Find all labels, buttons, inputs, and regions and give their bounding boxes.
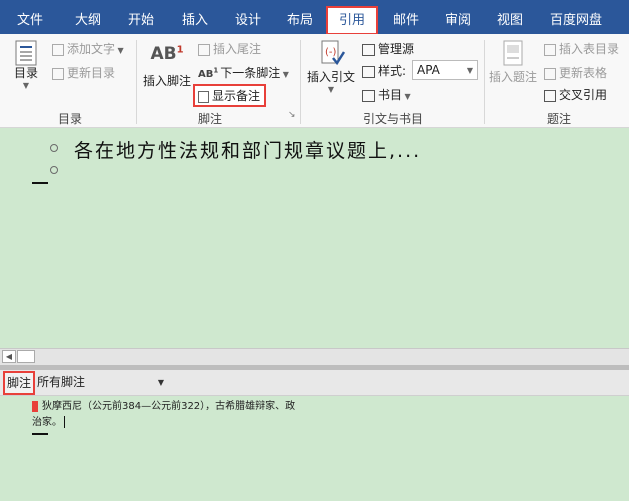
tab-view[interactable]: 视图 [484, 8, 536, 34]
cross-reference-icon [544, 89, 556, 102]
tab-insert[interactable]: 插入 [168, 8, 222, 34]
chevron-down-icon: ▼ [466, 66, 473, 75]
update-toc-button[interactable]: 更新目录 [52, 64, 115, 81]
style-label: 样式: [378, 64, 407, 78]
footnote-pane[interactable]: 狄摩西尼（公元前384—公元前322），古希腊雄辩家、政 治家。 [0, 396, 629, 501]
chevron-down-icon: ▼ [402, 92, 411, 101]
insert-caption-label: 插入题注 [488, 70, 537, 84]
tab-mailings[interactable]: 邮件 [380, 8, 432, 34]
update-table-label: 更新表格 [559, 66, 608, 80]
footnote-end-marker [32, 433, 48, 435]
insert-table-of-figures-button[interactable]: 插入表目录 [544, 40, 619, 57]
update-table-button[interactable]: 更新表格 [544, 64, 607, 81]
insert-citation-icon: (-) [321, 40, 345, 66]
ribbon: 目录 ▼ 添加文字 ▼ 更新目录 目录 AB1 插入脚注 插入尾注 AB1 下一条… [0, 34, 629, 128]
add-text-button[interactable]: 添加文字 ▼ [52, 40, 124, 57]
group-separator [136, 40, 137, 124]
cross-reference-label: 交叉引用 [559, 88, 608, 102]
insert-citation-label: 插入引文 [306, 70, 355, 84]
outline-bullet-icon [50, 144, 58, 152]
manage-sources-icon [362, 43, 375, 56]
tab-baidu-netdisk[interactable]: 百度网盘 [540, 8, 612, 34]
insert-table-of-figures-label: 插入表目录 [559, 42, 620, 56]
cross-reference-button[interactable]: 交叉引用 [544, 86, 607, 103]
show-notes-icon [198, 90, 209, 103]
footnote-line-2-text: 治家。 [32, 417, 62, 428]
insert-footnote-button[interactable]: AB1 插入脚注 [142, 44, 192, 89]
group-separator [300, 40, 301, 124]
chevron-down-icon: ▼ [280, 70, 289, 79]
group-label-citations: 引文与书目 [362, 112, 423, 126]
footnote-pane-label: 脚注 [3, 371, 35, 395]
bibliography-icon [362, 89, 375, 102]
footnote-dropdown-value: 所有脚注 [37, 375, 86, 389]
manage-sources-label: 管理源 [378, 42, 415, 56]
outline-bullet-icon [50, 166, 58, 174]
next-footnote-label: 下一条脚注 [220, 66, 281, 80]
insert-endnote-label: 插入尾注 [213, 42, 262, 56]
dialog-launcher-icon[interactable]: ↘ [288, 110, 296, 120]
update-toc-icon [52, 67, 64, 80]
group-label-toc: 目录 [57, 112, 82, 126]
group-label-footnotes: 脚注 [197, 112, 222, 126]
citation-style-control: 样式: [362, 62, 406, 79]
show-notes-label: 显示备注 [212, 89, 261, 103]
outline-line-1: 各在地方性法规和部门规章议题上,... [74, 140, 422, 162]
horizontal-scrollbar[interactable]: ◀ [0, 348, 629, 365]
insert-footnote-label: 插入脚注 [142, 74, 191, 88]
tab-review[interactable]: 审阅 [432, 8, 484, 34]
update-toc-label: 更新目录 [67, 66, 116, 80]
insert-citation-button[interactable]: (-) 插入引文 ▼ [304, 40, 358, 94]
footnote-pane-bar: 脚注 所有脚注 ▼ [0, 370, 629, 396]
group-label-captions: 题注 [546, 112, 571, 126]
footnote-text-line-2: 治家。 [32, 416, 352, 430]
chevron-down-icon: ▼ [22, 81, 30, 90]
toc-label: 目录 [13, 66, 38, 80]
table-of-figures-icon [544, 43, 556, 56]
chevron-down-icon: ▼ [157, 378, 164, 387]
endnote-icon [198, 43, 210, 56]
next-footnote-icon: AB1 [198, 66, 219, 80]
add-text-label: 添加文字 [67, 42, 116, 56]
footnote-line-1-text: 狄摩西尼（公元前384—公元前322），古希腊雄辩家、政 [42, 401, 296, 412]
table-of-contents-icon [15, 40, 37, 66]
tab-file[interactable]: 文件 [4, 8, 56, 34]
insert-caption-icon [503, 40, 523, 66]
group-separator [484, 40, 485, 124]
document-end-marker [32, 182, 48, 184]
tab-design[interactable]: 设计 [222, 8, 274, 34]
update-table-icon [544, 67, 556, 80]
manage-sources-button[interactable]: 管理源 [362, 40, 414, 57]
tab-home[interactable]: 开始 [114, 8, 168, 34]
show-notes-button[interactable]: 显示备注 [193, 84, 267, 107]
style-icon [362, 65, 375, 78]
bibliography-button[interactable]: 书目 ▼ [362, 86, 411, 103]
next-footnote-button[interactable]: AB1 下一条脚注 ▼ [198, 64, 289, 81]
text-cursor [64, 416, 65, 428]
document-area[interactable]: 各在地方性法规和部门规章议题上,... [0, 128, 629, 348]
toc-button[interactable]: 目录 ▼ [8, 40, 44, 90]
citation-style-select[interactable]: APA ▼ [412, 60, 478, 80]
scroll-thumb[interactable] [17, 350, 35, 363]
tab-outline[interactable]: 大纲 [62, 8, 114, 34]
tab-layout[interactable]: 布局 [274, 8, 326, 34]
style-value: APA [417, 63, 440, 77]
svg-text:(-): (-) [325, 47, 337, 58]
chevron-down-icon: ▼ [115, 46, 124, 55]
insert-endnote-button[interactable]: 插入尾注 [198, 40, 261, 57]
scroll-left-icon[interactable]: ◀ [2, 350, 16, 363]
insert-caption-button[interactable]: 插入题注 [486, 40, 540, 85]
footnote-icon: AB1 [150, 44, 184, 64]
footnote-dropdown[interactable]: 所有脚注 ▼ [36, 372, 168, 393]
bibliography-label: 书目 [378, 88, 403, 102]
chevron-down-icon: ▼ [327, 85, 335, 94]
tab-references[interactable]: 引用 [326, 6, 378, 35]
add-text-icon [52, 43, 64, 56]
footnote-reference-mark [32, 400, 38, 412]
ribbon-tab-bar: 文件 大纲 开始 插入 设计 布局 引用 邮件 审阅 视图 百度网盘 [0, 0, 629, 35]
footnote-text-line-1: 狄摩西尼（公元前384—公元前322），古希腊雄辩家、政 [32, 400, 352, 414]
